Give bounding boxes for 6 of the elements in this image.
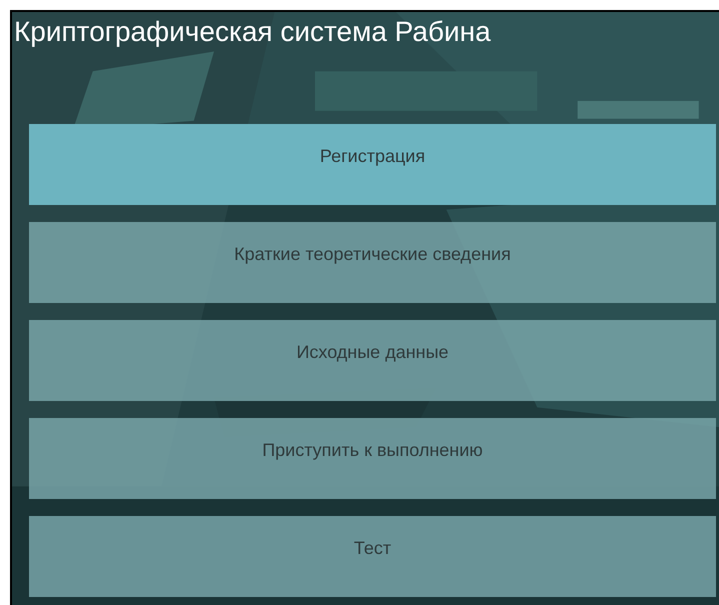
menu-button[interactable]: Исходные данные — [29, 320, 716, 401]
menu-button[interactable]: Краткие теоретические сведения — [29, 222, 716, 303]
page-title: Криптографическая система Рабина — [13, 15, 492, 49]
menu-button[interactable]: Приступить к выполнению — [29, 418, 716, 499]
menu-button[interactable]: Тест — [29, 516, 716, 597]
menu-button[interactable]: Регистрация — [29, 124, 716, 205]
